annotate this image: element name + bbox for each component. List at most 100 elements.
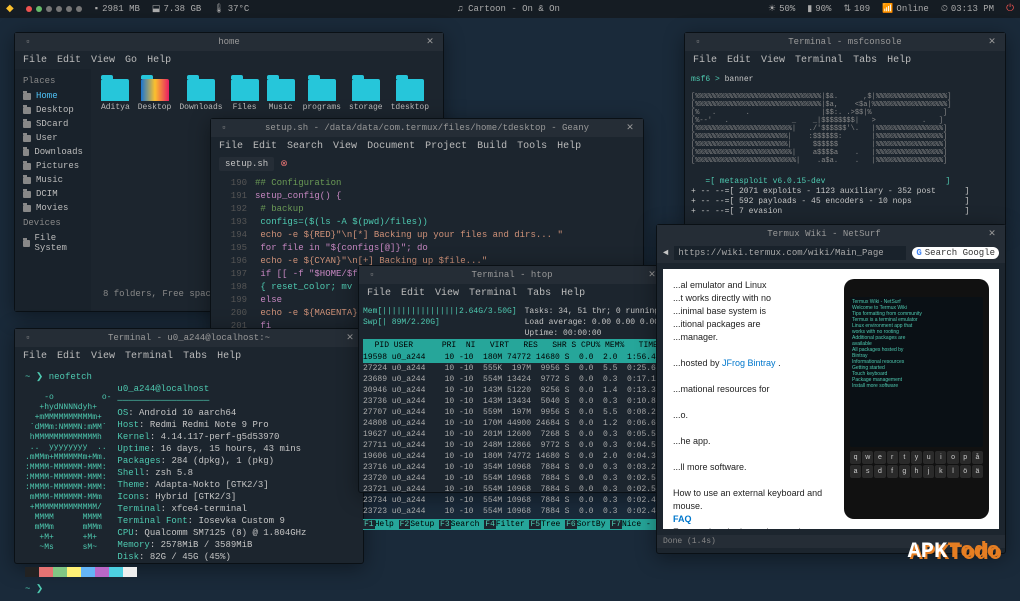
launcher-icon[interactable]: ◆ [6,3,14,15]
process-row[interactable]: 27707 u0_a244 10 -10 559M 197M 9956 S 0.… [363,407,661,418]
terminal-content[interactable]: ~ ❯ neofetch -o o- +hydNNNNdyh+ +mMMMMMM… [15,365,363,601]
folder-storage[interactable]: storage [347,77,385,114]
menu-view[interactable]: View [333,141,357,152]
process-row[interactable]: 23721 u0_a244 10 -10 554M 10968 7884 S 0… [363,484,661,495]
menu-edit[interactable]: Edit [57,351,81,362]
sidebar-item-desktop[interactable]: Desktop [15,103,91,117]
key-å[interactable]: å [972,451,983,464]
menu-help[interactable]: Help [217,351,241,362]
menu-view[interactable]: View [91,55,115,66]
ws-dot[interactable] [56,6,62,12]
process-row[interactable]: 23736 u0_a244 10 -10 143M 13434 5040 S 0… [363,396,661,407]
folder-programs[interactable]: programs [301,77,343,114]
sidebar-item-music[interactable]: Music [15,173,91,187]
menu-view[interactable]: View [435,288,459,299]
key-d[interactable]: d [874,465,885,478]
menu-terminal[interactable]: Terminal [125,351,173,362]
page-content[interactable]: ...al emulator and Linux...t works direc… [663,269,999,529]
sidebar-item-home[interactable]: Home [15,89,91,103]
search-box[interactable]: G Search Google [912,247,999,259]
key-w[interactable]: w [862,451,873,464]
terminal-neofetch-window[interactable]: ▫ Terminal - u0_a244@localhost:~ ✕ File E… [14,328,364,564]
menu-view[interactable]: View [91,351,115,362]
htop-content[interactable]: Mem[||||||||||||||||2.64G/3.50G] Swp[| 8… [359,302,665,534]
faq-link[interactable]: FAQ [673,514,692,524]
key-u[interactable]: u [923,451,934,464]
menu-edit[interactable]: Edit [727,55,751,66]
menu-document[interactable]: Document [367,141,415,152]
pin-icon[interactable]: ▫ [21,333,35,343]
folder-downloads[interactable]: Downloads [177,77,224,114]
folder-music[interactable]: Music [265,77,297,114]
pin-icon[interactable]: ▫ [365,270,379,280]
folder-aditya[interactable]: Aditya [99,77,132,114]
titlebar[interactable]: Termux Wiki - NetSurf ✕ [657,225,1005,243]
ws-dot[interactable] [46,6,52,12]
key-q[interactable]: q [850,451,861,464]
titlebar[interactable]: ▫ Terminal - htop ✕ [359,266,665,284]
key-o[interactable]: o [947,451,958,464]
close-icon[interactable]: ✕ [343,333,357,343]
menu-terminal[interactable]: Terminal [795,55,843,66]
url-input[interactable] [674,246,906,260]
close-icon[interactable]: ✕ [985,37,999,47]
process-row[interactable]: 27224 u0_a244 10 -10 555K 197M 9956 S 0.… [363,363,661,374]
titlebar[interactable]: ▫ Terminal - u0_a244@localhost:~ ✕ [15,329,363,347]
folder-tdesktop[interactable]: tdesktop [389,77,431,114]
process-row[interactable]: 23716 u0_a244 10 -10 354M 10968 7884 S 0… [363,462,661,473]
menu-file[interactable]: File [693,55,717,66]
menu-tabs[interactable]: Tabs [853,55,877,66]
back-icon[interactable]: ◄ [663,248,668,258]
key-y[interactable]: y [911,451,922,464]
menu-edit[interactable]: Edit [253,141,277,152]
process-header[interactable]: PID USER PRI NI VIRT RES SHR S CPU% MEM%… [363,339,661,352]
key-ö[interactable]: ö [960,465,971,478]
sidebar-item-user[interactable]: User [15,131,91,145]
key-e[interactable]: e [874,451,885,464]
menu-search[interactable]: Search [287,141,323,152]
terminal-htop-window[interactable]: ▫ Terminal - htop ✕ FileEditViewTerminal… [358,265,666,493]
menu-help[interactable]: Help [557,141,581,152]
key-l[interactable]: l [947,465,958,478]
menu-file[interactable]: File [23,55,47,66]
key-ä[interactable]: ä [972,465,983,478]
titlebar[interactable]: ▫ setup.sh - /data/data/com.termux/files… [211,119,643,137]
pin-icon[interactable]: ▫ [691,37,705,47]
menu-help[interactable]: Help [561,288,585,299]
ws-dot[interactable] [36,6,42,12]
menu-file[interactable]: File [23,351,47,362]
menu-project[interactable]: Project [425,141,467,152]
key-t[interactable]: t [899,451,910,464]
key-h[interactable]: h [911,465,922,478]
prompt[interactable]: ~ ❯ [25,583,353,595]
key-r[interactable]: r [887,451,898,464]
workspace-dots[interactable] [26,6,82,12]
menu-help[interactable]: Help [147,55,171,66]
pin-icon[interactable]: ▫ [21,37,35,47]
key-k[interactable]: k [935,465,946,478]
menu-tabs[interactable]: Tabs [183,351,207,362]
menu-tabs[interactable]: Tabs [527,288,551,299]
process-row[interactable]: 19627 u0_a244 10 -10 201M 12600 7268 S 0… [363,429,661,440]
sidebar-item-sdcard[interactable]: SDcard [15,117,91,131]
process-row[interactable]: 30946 u0_a244 10 -10 143M 51220 9256 S 0… [363,385,661,396]
process-row[interactable]: 19598 u0_a244 10 -10 180M 74772 14680 S … [363,352,661,363]
close-icon[interactable]: ✕ [423,37,437,47]
process-row[interactable]: 23723 u0_a244 10 -10 554M 10968 7884 S 0… [363,506,661,517]
file-tab[interactable]: setup.sh [219,157,274,171]
music-widget[interactable]: ♫ Cartoon - On & On [457,4,560,14]
key-s[interactable]: s [862,465,873,478]
terminal-msf-window[interactable]: ▫ Terminal - msfconsole ✕ FileEditViewTe… [684,32,1006,227]
menu-terminal[interactable]: Terminal [469,288,517,299]
terminal-content[interactable]: msf6 > banner [%%%%%%%%%%%%%%%%%%%%%%%%%… [685,69,1005,223]
key-a[interactable]: a [850,465,861,478]
sidebar-item-dcim[interactable]: DCIM [15,187,91,201]
folder-desktop[interactable]: Desktop [136,77,174,114]
menu-view[interactable]: View [761,55,785,66]
menu-build[interactable]: Build [477,141,507,152]
netsurf-window[interactable]: Termux Wiki - NetSurf ✕ ◄ G Search Googl… [656,224,1006,554]
menu-help[interactable]: Help [887,55,911,66]
ws-dot[interactable] [66,6,72,12]
menu-edit[interactable]: Edit [57,55,81,66]
process-row[interactable]: 23734 u0_a244 10 -10 554M 10968 7884 S 0… [363,495,661,506]
